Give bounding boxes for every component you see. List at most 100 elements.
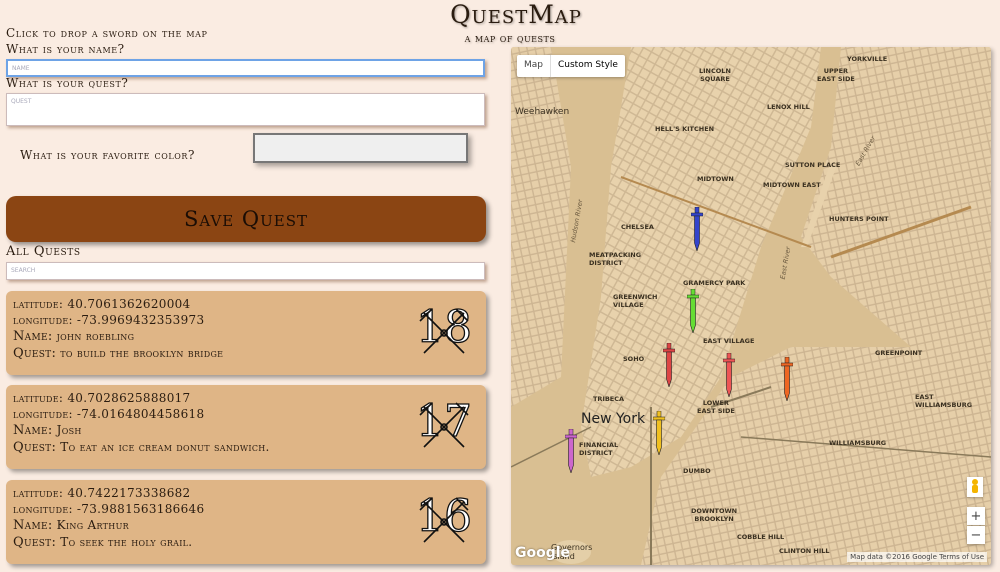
save-quest-button[interactable]: Save Quest [6, 196, 486, 242]
quest-map[interactable]: Map Custom Style LINCOLN SQUARE UPPER EA… [511, 47, 991, 565]
quest-line: Quest: to build the brooklyn bridge [13, 345, 479, 362]
map-label-midtown-east: MIDTOWN EAST [763, 181, 821, 189]
sword-marker-icon[interactable] [780, 356, 794, 403]
map-type-custom-button[interactable]: Custom Style [550, 55, 625, 77]
name-input[interactable]: name [6, 59, 485, 77]
zoom-in-button[interactable]: + [967, 507, 985, 525]
longitude-label: longitude: [13, 502, 73, 516]
longitude-label: longitude: [13, 407, 73, 421]
quest-text: To eat an ice cream donut sandwich. [60, 440, 270, 454]
crossed-swords-icon [419, 308, 469, 354]
quest-name: Josh [56, 423, 82, 437]
map-label-soho: SOHO [623, 355, 645, 363]
map-tiles [511, 47, 991, 565]
name-line: Name: Josh [13, 422, 479, 439]
zoom-out-button[interactable]: − [967, 526, 985, 544]
map-label-downtown-brooklyn: DOWNTOWN BROOKLYN [691, 507, 738, 523]
quest-text: to build the brooklyn bridge [60, 346, 224, 360]
quest-label: What is your quest? [6, 76, 129, 90]
map-label-east-williamsburg: EAST WILLIAMSBURG [915, 393, 973, 409]
quest-line: Quest: To eat an ice cream donut sandwic… [13, 439, 479, 456]
map-label-hells-kitchen: HELL'S KITCHEN [655, 125, 715, 133]
latitude-value: 40.7028625888017 [67, 391, 191, 405]
map-label-financial-district: FINANCIAL DISTRICT [579, 441, 619, 457]
sword-marker-icon[interactable] [564, 428, 578, 475]
name-line: Name: john roebling [13, 328, 479, 345]
quest-name: King Arthur [56, 518, 129, 532]
color-picker[interactable] [253, 133, 468, 163]
map-label-tribeca: TRIBECA [593, 395, 625, 403]
map-label-chelsea: CHELSEA [621, 223, 654, 231]
quest-card[interactable]: latitude: 40.7061362620004 longitude: -73… [6, 291, 486, 375]
crossed-swords-icon [419, 402, 469, 448]
name-key: Name: [13, 518, 53, 533]
map-label-hunters-point: HUNTERS POINT [829, 215, 889, 223]
latitude-label: latitude: [13, 391, 64, 405]
latitude-label: latitude: [13, 297, 64, 311]
quest-name: john roebling [56, 329, 135, 343]
sword-marker-icon[interactable] [686, 288, 700, 335]
quest-textarea[interactable]: quest [6, 93, 485, 126]
sword-marker-icon[interactable] [662, 342, 676, 389]
map-label-weehawken: Weehawken [515, 107, 570, 117]
quest-line: Quest: To seek the holy grail. [13, 534, 479, 551]
crossed-swords-icon [419, 497, 469, 543]
latitude-line: latitude: 40.7422173338682 [13, 485, 479, 501]
sword-marker-icon[interactable] [652, 410, 666, 457]
longitude-value: -74.0164804458618 [76, 407, 205, 421]
name-key: Name: [13, 423, 53, 438]
latitude-value: 40.7061362620004 [67, 297, 191, 311]
latitude-value: 40.7422173338682 [67, 486, 191, 500]
map-label-upper-east-side: UPPER EAST SIDE [817, 67, 855, 83]
map-label-yorkville: YORKVILLE [847, 55, 888, 63]
sword-marker-icon[interactable] [690, 206, 704, 253]
map-label-cobble-hill: COBBLE HILL [737, 533, 785, 541]
longitude-line: longitude: -74.0164804458618 [13, 406, 479, 422]
latitude-line: latitude: 40.7028625888017 [13, 390, 479, 406]
all-quests-heading: All Quests [6, 244, 81, 259]
map-instruction: Click to drop a sword on the map [6, 26, 208, 40]
map-label-new-york: New York [581, 411, 646, 427]
map-label-greenpoint: GREENPOINT [875, 349, 923, 357]
name-line: Name: King Arthur [13, 517, 479, 534]
quest-key: Quest: [13, 346, 57, 361]
map-type-map-button[interactable]: Map [517, 55, 550, 77]
map-label-lower-east-side: LOWER EAST SIDE [697, 399, 735, 415]
map-label-sutton-place: SUTTON PLACE [785, 161, 841, 169]
map-label-meatpacking: MEATPACKING DISTRICT [589, 251, 642, 267]
name-key: Name: [13, 329, 53, 344]
map-label-east-village: EAST VILLAGE [703, 337, 755, 345]
street-view-pegman-icon[interactable] [967, 477, 983, 497]
name-placeholder: name [12, 63, 30, 72]
latitude-label: latitude: [13, 486, 64, 500]
map-label-clinton-hill: CLINTON HILL [779, 547, 830, 555]
longitude-value: -73.9969432353973 [76, 313, 205, 327]
name-label: What is your name? [6, 42, 125, 56]
quest-text: To seek the holy grail. [60, 535, 193, 549]
map-label-gramercy-park: GRAMERCY PARK [683, 279, 746, 287]
map-label-lenox-hill: LENOX HILL [767, 103, 810, 111]
map-label-greenwich-village: GREENWICH VILLAGE [613, 293, 658, 309]
longitude-line: longitude: -73.9881563186646 [13, 501, 479, 517]
longitude-line: longitude: -73.9969432353973 [13, 312, 479, 328]
longitude-value: -73.9881563186646 [76, 502, 205, 516]
quest-placeholder: quest [11, 96, 32, 105]
sword-marker-icon[interactable] [722, 352, 736, 399]
map-type-control: Map Custom Style [517, 55, 625, 77]
map-label-williamsburg: WILLIAMSBURG [829, 439, 887, 447]
map-label-dumbo: DUMBO [683, 467, 711, 475]
quest-key: Quest: [13, 535, 57, 550]
quest-form-panel: Click to drop a sword on the map What is… [0, 0, 500, 572]
quest-card[interactable]: latitude: 40.7028625888017 longitude: -74… [6, 385, 486, 469]
map-label-lincoln-square: LINCOLN SQUARE [699, 67, 731, 83]
map-label-midtown: MIDTOWN [697, 175, 734, 183]
google-logo: Google [515, 545, 571, 561]
search-input[interactable]: search [6, 262, 485, 280]
longitude-label: longitude: [13, 313, 73, 327]
search-placeholder: search [11, 265, 36, 274]
quest-card[interactable]: latitude: 40.7422173338682 longitude: -73… [6, 480, 486, 564]
color-label: What is your favorite color? [20, 148, 196, 162]
quest-key: Quest: [13, 440, 57, 455]
map-attribution[interactable]: Map data ©2016 Google Terms of Use [847, 552, 987, 562]
latitude-line: latitude: 40.7061362620004 [13, 296, 479, 312]
